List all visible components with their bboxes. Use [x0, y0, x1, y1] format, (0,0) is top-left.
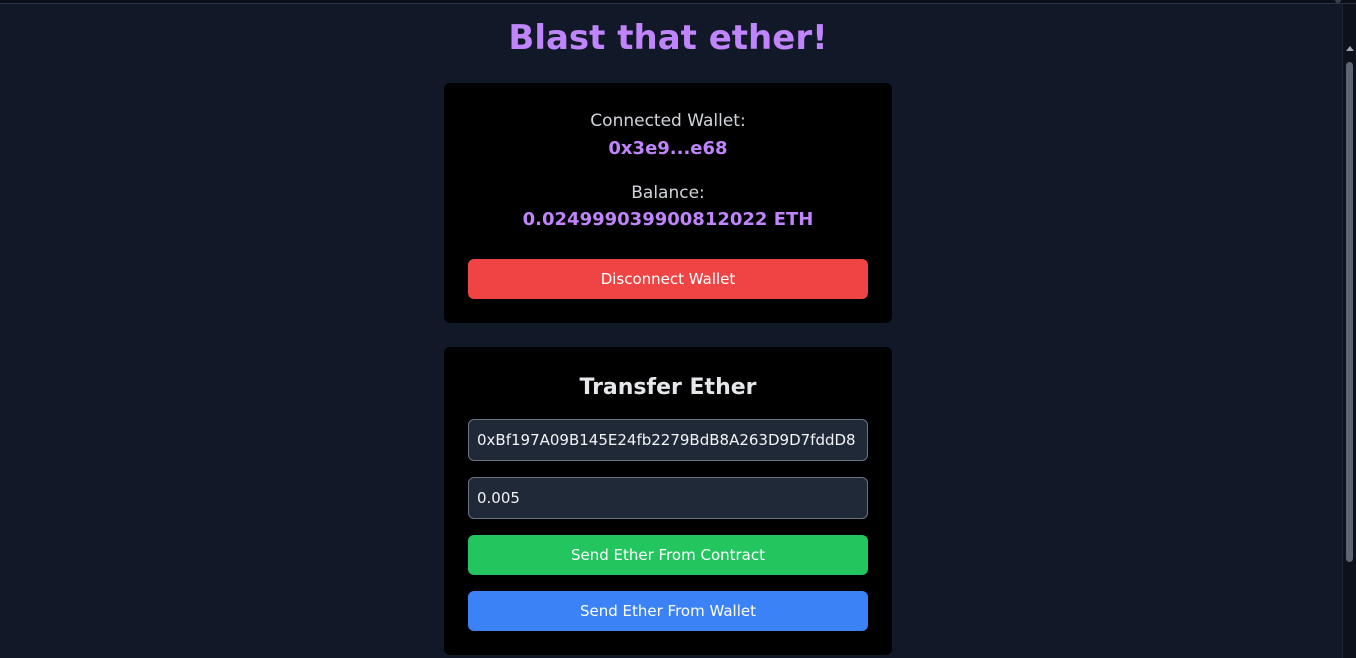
transfer-heading: Transfer Ether	[579, 375, 757, 400]
send-from-contract-button[interactable]: Send Ether From Contract	[468, 535, 868, 575]
browser-top-edge	[0, 0, 1356, 4]
balance-label: Balance:	[631, 183, 705, 203]
amount-input[interactable]	[468, 477, 868, 519]
wallet-address: 0x3e9...e68	[608, 138, 728, 159]
transfer-card: Transfer Ether Send Ether From Contract …	[444, 347, 892, 655]
connected-wallet-label: Connected Wallet:	[590, 111, 746, 131]
scrollbar-thumb[interactable]	[1346, 62, 1353, 562]
page-title: Blast that ether!	[508, 18, 828, 58]
recipient-address-input[interactable]	[468, 419, 868, 461]
wallet-balance: 0.024999039900812022 ETH	[522, 209, 814, 230]
send-from-wallet-button[interactable]: Send Ether From Wallet	[468, 591, 868, 631]
top-edge-handle	[1335, 0, 1341, 3]
disconnect-wallet-button[interactable]: Disconnect Wallet	[468, 259, 868, 299]
wallet-card: Connected Wallet: 0x3e9...e68 Balance: 0…	[444, 83, 892, 323]
scroll-up-arrow-icon[interactable]	[1346, 46, 1354, 51]
page-scrollbar[interactable]	[1342, 4, 1356, 658]
